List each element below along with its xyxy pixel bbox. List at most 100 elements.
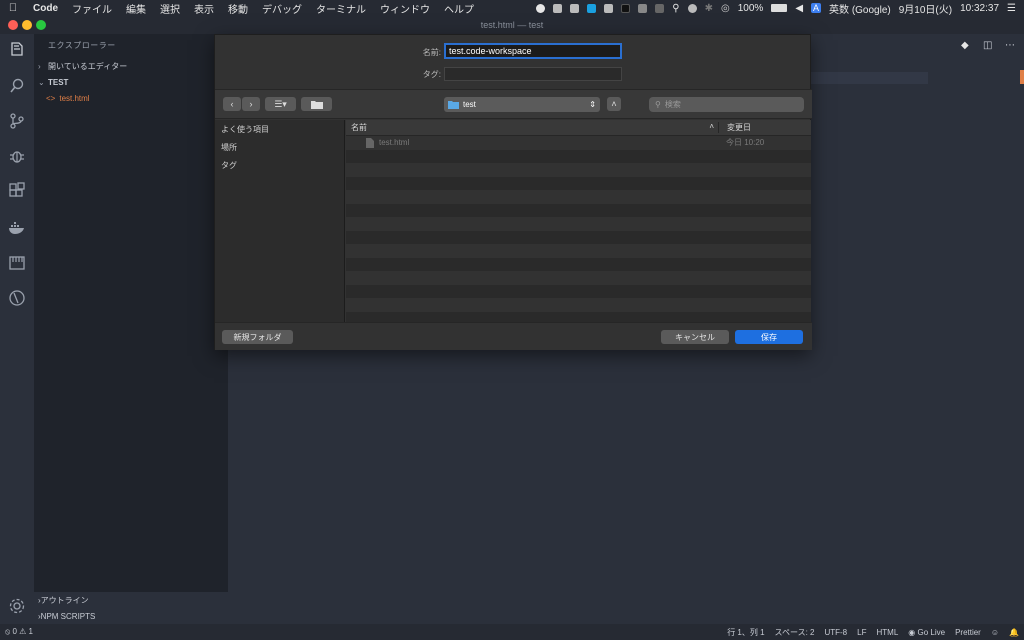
menubar-date[interactable]: 9月10日(火)	[899, 1, 952, 16]
menu-debug[interactable]: デバッグ	[255, 1, 309, 16]
boards-icon[interactable]	[7, 253, 27, 273]
forward-button[interactable]: ›	[242, 97, 260, 111]
sync-icon[interactable]	[570, 3, 580, 13]
folder-icon	[448, 100, 459, 109]
input-source-label[interactable]: 英数 (Google)	[829, 1, 891, 16]
more-actions-icon[interactable]: ⋯	[1005, 40, 1015, 51]
location-label: test	[463, 100, 476, 109]
menubar-time[interactable]: 10:32:37	[960, 3, 999, 14]
menu-terminal[interactable]: ターミナル	[309, 1, 373, 16]
new-folder-button[interactable]: 新規フォルダ	[222, 330, 293, 344]
git-compare-icon[interactable]: ◆	[961, 40, 969, 51]
column-name[interactable]: 名前 ˄	[346, 122, 718, 133]
trello-icon[interactable]	[587, 3, 597, 13]
minimize-window-button[interactable]	[22, 20, 32, 30]
hat-icon[interactable]	[621, 3, 631, 13]
monitor-icon[interactable]	[638, 3, 648, 13]
back-button[interactable]: ‹	[223, 97, 241, 111]
zoom-window-button[interactable]	[36, 20, 46, 30]
screen:  Code ファイル 編集 選択 表示 移動 デバッグ ターミナル ウィンドウ…	[0, 0, 1024, 640]
status-app-icon[interactable]	[536, 3, 546, 13]
folder-section[interactable]: ⌄ TEST	[34, 74, 228, 90]
volume-icon[interactable]: ◀	[795, 3, 803, 14]
menu-selection[interactable]: 選択	[153, 1, 187, 16]
search-icon[interactable]	[7, 76, 27, 96]
outline-label: アウトライン	[40, 595, 89, 605]
npm-scripts-label: NPM SCRIPTS	[40, 611, 96, 621]
encoding[interactable]: UTF-8	[819, 628, 852, 637]
empty-row	[346, 244, 811, 258]
explorer-icon[interactable]	[7, 40, 27, 60]
outline-section[interactable]: › アウトライン	[34, 592, 228, 608]
problems-indicator[interactable]: ⦸ 0 ⚠ 1	[0, 627, 38, 637]
settings-gear-icon[interactable]	[7, 596, 27, 616]
source-control-icon[interactable]	[7, 111, 27, 131]
go-live-button[interactable]: ◉ Go Live	[903, 628, 950, 637]
line-icon[interactable]	[655, 3, 665, 13]
end-of-line[interactable]: LF	[852, 628, 871, 637]
debug-icon[interactable]	[7, 146, 27, 166]
folder-label: TEST	[48, 77, 69, 87]
collapse-dialog-button[interactable]: ˄	[607, 97, 621, 111]
eye-icon[interactable]	[687, 3, 697, 13]
sort-chevron-icon: ˄	[709, 122, 714, 131]
sidebar-favorites[interactable]: よく使う項目	[215, 121, 344, 139]
error-count: 0	[12, 627, 17, 636]
menu-help[interactable]: ヘルプ	[437, 1, 481, 16]
cursor-position[interactable]: 行 1、列 1	[722, 627, 769, 638]
docker-icon[interactable]	[7, 217, 27, 237]
split-editor-icon[interactable]: ◫	[983, 40, 992, 51]
indentation[interactable]: スペース: 2	[770, 627, 820, 638]
open-editors-section[interactable]: › 開いているエディター	[34, 58, 228, 74]
chevron-right-icon: ›	[38, 61, 41, 71]
view-mode-button[interactable]: ☰▾	[265, 97, 296, 111]
spotlight-search-icon[interactable]: ⚲	[672, 3, 679, 14]
chevron-right-icon: ›	[249, 99, 253, 109]
list-view-icon: ☰▾	[274, 98, 287, 109]
feedback-smiley-icon[interactable]: ☺	[986, 628, 1004, 637]
menu-go[interactable]: 移動	[221, 1, 255, 16]
empty-row	[346, 284, 811, 298]
tag-input[interactable]	[444, 67, 622, 81]
dropbox-icon[interactable]	[553, 3, 563, 13]
file-row-modified: 今日 10:20	[726, 138, 765, 148]
sidebar-locations[interactable]: 場所	[215, 139, 344, 157]
file-row[interactable]: test.html 今日 10:20	[346, 136, 811, 150]
column-modified[interactable]: 変更日	[718, 122, 811, 133]
docker-icon[interactable]	[604, 3, 614, 13]
menu-edit[interactable]: 編集	[119, 1, 153, 16]
language-mode[interactable]: HTML	[871, 628, 903, 637]
search-field[interactable]: ⚲ 検索	[649, 97, 804, 112]
prettier-label[interactable]: Prettier	[950, 628, 986, 637]
file-name: test.html	[59, 93, 90, 103]
empty-row	[346, 163, 811, 177]
file-item-test-html[interactable]: <> test.html	[34, 90, 228, 106]
menu-file[interactable]: ファイル	[65, 1, 119, 16]
filename-input[interactable]	[444, 43, 622, 59]
folder-icon	[310, 100, 323, 109]
new-folder-toolbar-button[interactable]	[301, 97, 332, 111]
empty-row	[346, 230, 811, 244]
extensions-icon[interactable]	[7, 181, 27, 201]
save-button[interactable]: 保存	[735, 330, 803, 344]
menu-window[interactable]: ウィンドウ	[373, 1, 437, 16]
bluetooth-icon[interactable]: ✱	[705, 3, 713, 14]
chevron-left-icon: ‹	[230, 99, 234, 109]
broadcast-icon: ◉	[908, 627, 916, 637]
battery-icon[interactable]	[771, 4, 788, 12]
input-source-icon[interactable]: A	[811, 3, 822, 13]
close-window-button[interactable]	[8, 20, 18, 30]
apple-menu-icon[interactable]: 	[0, 2, 26, 14]
go-live-icon[interactable]	[7, 288, 27, 308]
document-icon	[366, 137, 374, 148]
app-menu[interactable]: Code	[26, 3, 65, 14]
wifi-icon[interactable]: ◎	[721, 3, 730, 14]
control-center-icon[interactable]: ☰	[1007, 3, 1016, 14]
location-select[interactable]: test ⇕	[444, 97, 600, 112]
sidebar-tags[interactable]: タグ	[215, 157, 344, 175]
npm-scripts-section[interactable]: › NPM SCRIPTS	[34, 608, 228, 624]
chevron-up-icon: ˄	[611, 99, 617, 109]
cancel-button[interactable]: キャンセル	[661, 330, 729, 344]
menu-view[interactable]: 表示	[187, 1, 221, 16]
notifications-bell-icon[interactable]: 🔔	[1004, 628, 1024, 637]
